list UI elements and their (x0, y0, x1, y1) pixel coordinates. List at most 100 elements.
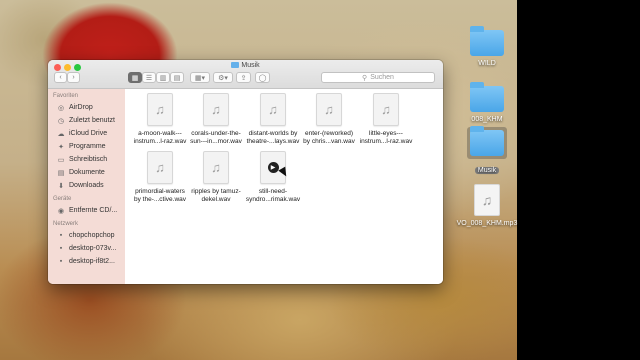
documents-icon: ▤ (57, 169, 65, 177)
file-name-line1: primordial-waters (135, 188, 185, 195)
sidebar-item-schreibtisch[interactable]: ▭ Schreibtisch (48, 153, 125, 166)
airdrop-icon: ◎ (57, 104, 65, 112)
sidebar-item-label: Zuletzt benutzt (69, 117, 115, 124)
chevron-left-icon: ‹ (59, 74, 62, 81)
file-item[interactable]: ♫ corals-under-the- sun---in...mor.wav (185, 93, 247, 146)
play-icon[interactable]: ▶ (267, 162, 279, 173)
share-icon: ⇪ (240, 74, 247, 82)
window-title: Musik (48, 62, 443, 69)
audio-file-icon: ♫ (147, 151, 173, 184)
file-name-line2: by chris...van.wav (303, 138, 355, 145)
sidebar-item-icloud-drive[interactable]: ☁ iCloud Drive (48, 127, 125, 140)
audio-file-icon: ♫ (147, 93, 173, 126)
folder-icon (470, 82, 504, 112)
sidebar-item-label: desktop-if8t2... (69, 258, 115, 265)
sidebar-header-favoriten: Favoriten (53, 93, 79, 99)
file-item[interactable]: ♫ primordial-waters by the-...ctive.wav (129, 151, 191, 204)
grid-view-icon: ▦ (131, 74, 139, 82)
audio-file-icon: ♫ (203, 151, 229, 184)
file-name-line1: little-eyes--- (369, 130, 403, 137)
sidebar-header-geraete: Geräte (53, 196, 72, 202)
file-name-line2: theatre-...lays.wav (246, 138, 300, 145)
audio-file-icon: ♫ (474, 184, 500, 216)
sidebar-item-chopchopchop[interactable]: ▪ chopchopchop (48, 229, 125, 242)
sidebar-item-label: chopchopchop (69, 232, 115, 239)
file-name-line1: corals-under-the- (191, 130, 241, 137)
column-view-icon: ▥ (159, 74, 167, 82)
list-view-icon: ☰ (145, 74, 153, 82)
file-item[interactable]: ♫ ripples by tamuz- dekel.wav (185, 151, 247, 204)
arrange-icon: ▦▾ (194, 74, 206, 82)
sidebar-item-programme[interactable]: ✦ Programme (48, 140, 125, 153)
desktop-icon-label: 008_KHM (471, 116, 503, 123)
file-name-line1: ripples by tamuz- (191, 188, 241, 195)
applications-icon: ✦ (58, 143, 64, 151)
sidebar-item-label: Schreibtisch (69, 156, 108, 163)
folder-icon (470, 26, 504, 56)
file-name-line2: by the-...ctive.wav (133, 196, 187, 203)
folder-icon (470, 126, 504, 156)
audio-file-icon: ♫ (260, 93, 286, 126)
sidebar-item-label: Entfernte CD/... (69, 207, 118, 214)
sidebar-item-airdrop[interactable]: ◎ AirDrop (48, 101, 125, 114)
action-button[interactable]: ⚙▾ (213, 72, 233, 83)
audio-file-icon: ♫ (203, 93, 229, 126)
search-icon: ⚲ (362, 74, 368, 82)
file-name-line2: sun---in...mor.wav (190, 138, 242, 145)
file-item[interactable]: ♫ little-eyes--- instrum...l-raz.wav (355, 93, 417, 146)
chevron-right-icon: › (72, 74, 75, 81)
file-name-line2: instrum...l-raz.wav (359, 138, 413, 145)
file-name-line1: still-need- (258, 188, 288, 195)
sidebar-header-netzwerk: Netzwerk (53, 221, 79, 227)
desktop-icon-label: WILD (478, 60, 496, 67)
file-name-line1: distant-worlds by (248, 130, 298, 137)
share-button[interactable]: ⇪ (236, 72, 251, 83)
sidebar-item-downloads[interactable]: ⬇ Downloads (48, 179, 125, 192)
desktop-folder-musik[interactable]: Musik (455, 126, 519, 177)
file-name-line1: enter-(reworked) (304, 130, 354, 137)
desktop-icon-label: Musik (474, 167, 500, 174)
downloads-icon: ⬇ (58, 182, 64, 190)
sidebar-item-dokumente[interactable]: ▤ Dokumente (48, 166, 125, 179)
search-field[interactable]: ⚲ Suchen (321, 72, 435, 83)
sidebar-item-desktop-073v[interactable]: ▪ desktop-073v... (48, 242, 125, 255)
arrange-button[interactable]: ▦▾ (190, 72, 210, 83)
file-name-line2: syndro...rimak.wav (245, 196, 301, 203)
disc-icon: ◉ (57, 207, 65, 215)
file-name-line1: a-moon-walk--- (138, 130, 182, 137)
file-item[interactable]: ♫ distant-worlds by theatre-...lays.wav (242, 93, 304, 146)
network-computer-icon: ▪ (59, 245, 63, 252)
grid-view-button[interactable]: ▦ (128, 72, 142, 83)
gear-icon: ⚙▾ (218, 74, 228, 82)
sidebar-item-desktop-if8t2[interactable]: ▪ desktop-if8t2... (48, 255, 125, 268)
file-item[interactable]: ▶ still-need- syndro...rimak.wav (242, 151, 304, 204)
sidebar-item-recent[interactable]: ◷ Zuletzt benutzt (48, 114, 125, 127)
folder-icon (231, 62, 240, 68)
column-view-button[interactable]: ▥ (156, 72, 170, 83)
forward-button[interactable]: › (67, 72, 80, 83)
desktop-folder-008-khm[interactable]: 008_KHM (455, 82, 519, 123)
desktop-icon: ▭ (57, 156, 65, 164)
desktop-file-vo-008-khm[interactable]: ♫ VO_008_KHM.mp3 (455, 184, 519, 227)
sidebar-item-remote-cd[interactable]: ◉ Entfernte CD/... (48, 204, 125, 217)
window-toolbar: Musik ‹ › ▦ ☰ ▥ ▤ ▦▾ ⚙▾ ⇪ ◯ ⚲ Suchen (48, 60, 443, 89)
tag-icon: ◯ (258, 74, 267, 82)
file-item[interactable]: ♫ a-moon-walk--- instrum...l-raz.wav (129, 93, 191, 146)
tag-button[interactable]: ◯ (255, 72, 270, 83)
window-title-text: Musik (241, 62, 260, 69)
list-view-button[interactable]: ☰ (142, 72, 156, 83)
network-computer-icon: ▪ (59, 258, 63, 265)
finder-window: Musik ‹ › ▦ ☰ ▥ ▤ ▦▾ ⚙▾ ⇪ ◯ ⚲ Suchen Fav… (48, 60, 443, 284)
desktop-folder-wild[interactable]: WILD (455, 26, 519, 67)
recent-icon: ◷ (57, 117, 65, 125)
network-computer-icon: ▪ (59, 232, 63, 239)
sidebar-item-label: AirDrop (69, 104, 93, 111)
sidebar-item-label: iCloud Drive (69, 130, 108, 137)
back-button[interactable]: ‹ (54, 72, 67, 83)
sidebar-item-label: Dokumente (69, 169, 105, 176)
search-placeholder: Suchen (370, 74, 394, 81)
audio-file-icon: ♫ (373, 93, 399, 126)
file-item[interactable]: ♫ enter-(reworked) by chris...van.wav (298, 93, 360, 146)
file-name-line2: dekel.wav (201, 196, 231, 203)
coverflow-view-button[interactable]: ▤ (170, 72, 184, 83)
